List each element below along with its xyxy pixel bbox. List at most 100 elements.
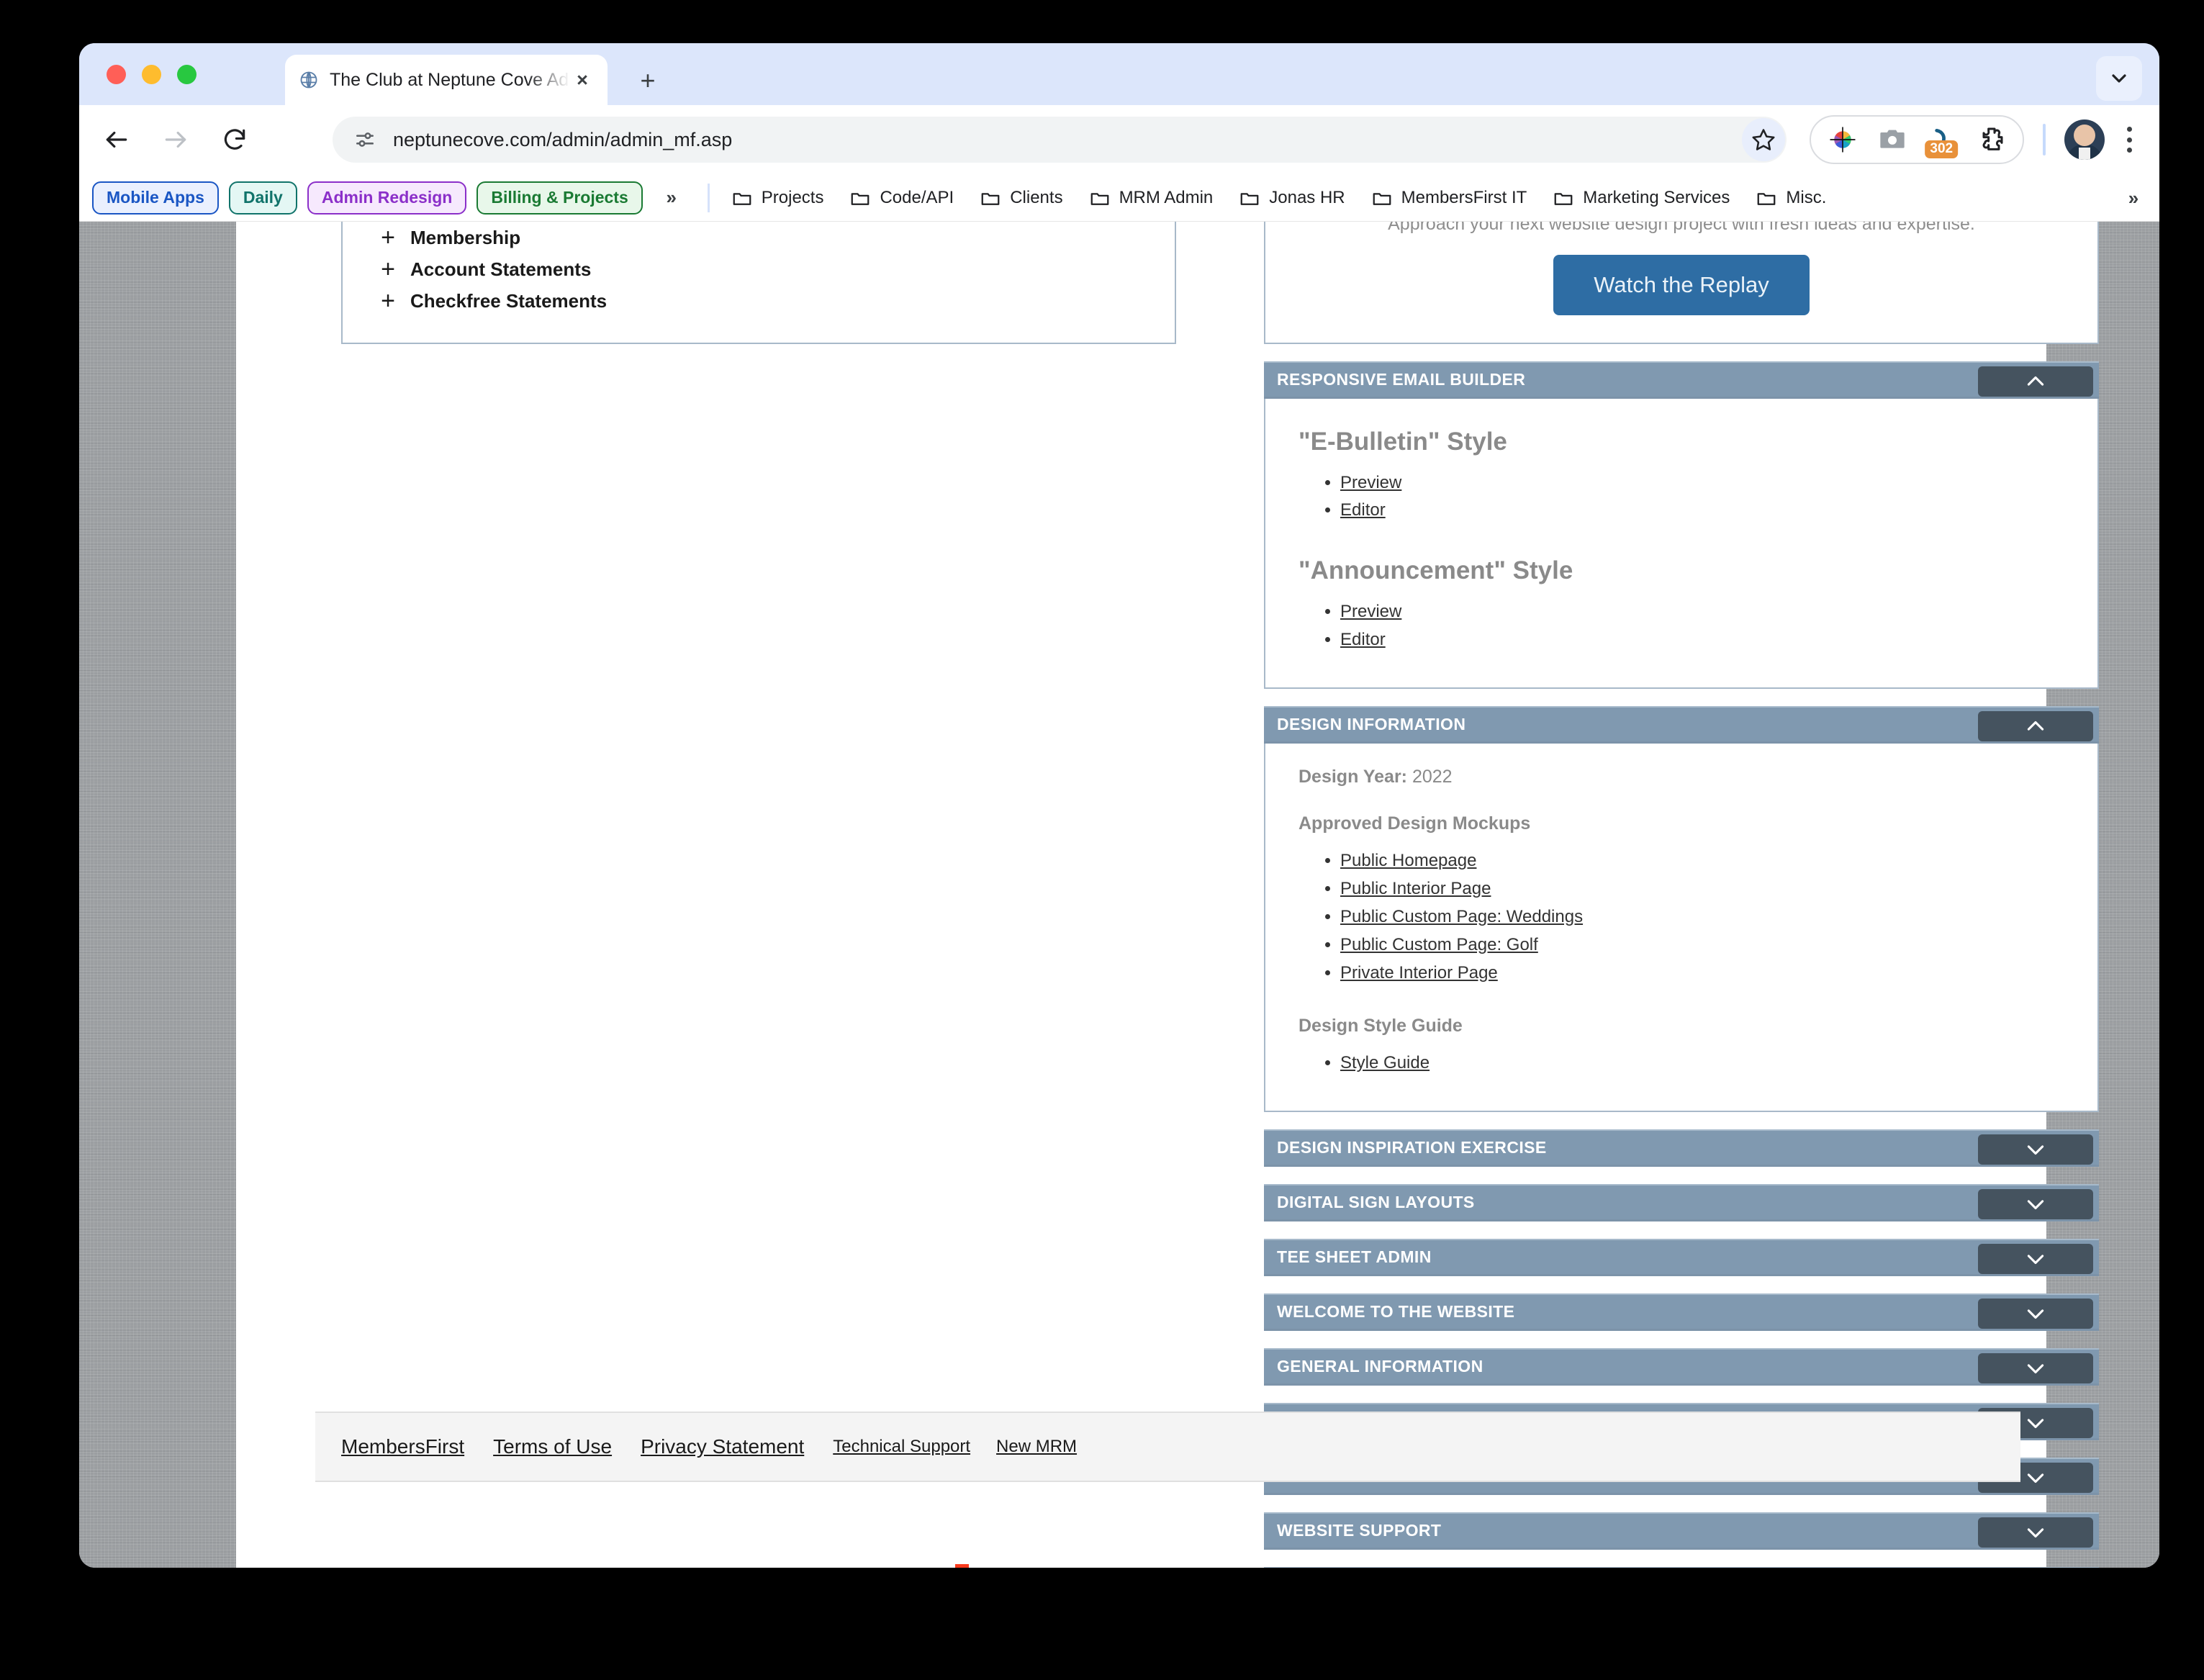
list-item[interactable]: Public Interior Page — [1340, 875, 2064, 903]
expand-plus-icon[interactable]: + — [376, 225, 400, 250]
design-year-row: Design Year: 2022 — [1299, 767, 2064, 787]
list-item[interactable]: Public Custom Page: Weddings — [1340, 903, 2064, 931]
chevron-double-right-icon[interactable]: » — [653, 181, 690, 214]
accordion-header[interactable]: WELCOME TO THE WEBSITE — [1264, 1293, 2099, 1332]
close-window-button[interactable] — [107, 65, 126, 84]
bookmark-folder-jonas-hr[interactable]: Jonas HR — [1229, 181, 1355, 214]
bookmark-chip-daily[interactable]: Daily — [228, 181, 297, 214]
bookmark-folder-projects[interactable]: Projects — [721, 181, 834, 214]
chevron-down-icon[interactable] — [1978, 1517, 2093, 1548]
bookmark-chip-billing-projects[interactable]: Billing & Projects — [477, 181, 643, 214]
bookmark-folder-membersfirst-it[interactable]: MembersFirst IT — [1361, 181, 1537, 214]
chevron-down-icon[interactable] — [1978, 1299, 2093, 1329]
chevron-up-icon[interactable] — [1978, 711, 2093, 741]
minimize-window-button[interactable] — [142, 65, 161, 84]
screenshot-camera-icon[interactable] — [1876, 124, 1908, 155]
bookmark-folder-code-api[interactable]: Code/API — [839, 181, 964, 214]
address-bar[interactable]: neptunecove.com/admin/admin_mf.asp — [333, 117, 1787, 163]
footer-link-membersfirst[interactable]: MembersFirst — [341, 1435, 464, 1458]
editor-link[interactable]: Editor — [1340, 500, 1386, 520]
accordion-header[interactable]: DIGITAL SIGN LAYOUTS — [1264, 1184, 2099, 1222]
three-dot-menu-icon[interactable] — [2113, 121, 2145, 158]
chevron-down-icon[interactable] — [1978, 1244, 2093, 1275]
maximize-window-button[interactable] — [177, 65, 197, 84]
accordion-website-support: WEBSITE SUPPORT — [1264, 1512, 2099, 1550]
footer-link-new-mrm[interactable]: New MRM — [996, 1437, 1077, 1457]
bookmark-chip-mobile-apps[interactable]: Mobile Apps — [92, 181, 219, 214]
tree-item-checkfree-statements[interactable]: + Checkfree Statements — [343, 285, 1175, 317]
back-arrow-icon[interactable] — [95, 118, 138, 161]
star-icon[interactable] — [1742, 118, 1785, 161]
bookmark-folder-mrm-admin[interactable]: MRM Admin — [1079, 181, 1224, 214]
page-footer: MembersFirst Terms of Use Privacy Statem… — [315, 1412, 2020, 1482]
editor-link[interactable]: Editor — [1340, 630, 1386, 649]
toolbar-divider — [2043, 124, 2046, 155]
bookmark-folder-clients[interactable]: Clients — [970, 181, 1072, 214]
chevron-down-icon[interactable] — [1978, 1134, 2093, 1165]
preview-link[interactable]: Preview — [1340, 602, 1401, 621]
tree-item-membership[interactable]: + Membership — [343, 222, 1175, 253]
footer-link-terms-of-use[interactable]: Terms of Use — [493, 1435, 612, 1458]
mockup-link[interactable]: Public Interior Page — [1340, 879, 1491, 898]
annotation-arrow-icon — [933, 1564, 990, 1568]
bookmark-folder-marketing-services[interactable]: Marketing Services — [1543, 181, 1740, 214]
forward-arrow-icon[interactable] — [154, 118, 197, 161]
mockup-link[interactable]: Private Interior Page — [1340, 963, 1498, 983]
accordion-header[interactable]: DESIGN INFORMATION — [1264, 706, 2099, 744]
accordion-general-information: GENERAL INFORMATION — [1264, 1348, 2099, 1386]
list-item[interactable]: Editor — [1340, 497, 2064, 525]
accordion-header[interactable]: RESPONSIVE EMAIL BUILDER — [1264, 361, 2099, 399]
list-item[interactable]: Public Homepage — [1340, 847, 2064, 875]
accordion-header[interactable]: GENERAL INFORMATION — [1264, 1348, 2099, 1386]
chevron-down-icon[interactable] — [1978, 1353, 2093, 1384]
mockup-link[interactable]: Public Custom Page: Weddings — [1340, 907, 1583, 926]
list-item[interactable]: Editor — [1340, 626, 2064, 654]
mockup-link[interactable]: Public Custom Page: Golf — [1340, 935, 1538, 954]
preview-link[interactable]: Preview — [1340, 473, 1401, 492]
puzzle-extensions-icon[interactable] — [1975, 124, 2007, 155]
avatar[interactable] — [2064, 119, 2105, 160]
mockup-link[interactable]: Public Homepage — [1340, 851, 1476, 870]
list-item[interactable]: Preview — [1340, 598, 2064, 626]
accordion-header[interactable]: WEBSITE SUPPORT — [1264, 1512, 2099, 1550]
reload-icon[interactable] — [213, 118, 256, 161]
accordion-header[interactable]: DESIGN INSPIRATION EXERCISE — [1264, 1129, 2099, 1168]
accordion-title: GENERAL INFORMATION — [1277, 1357, 1483, 1376]
bookmarks-overflow-icon[interactable]: » — [2115, 181, 2152, 214]
expand-plus-icon[interactable]: + — [376, 289, 400, 313]
list-item[interactable]: Preview — [1340, 469, 2064, 497]
expand-plus-icon[interactable]: + — [376, 257, 400, 281]
chevron-down-icon[interactable] — [1978, 1189, 2093, 1220]
approved-mockups-label: Approved Design Mockups — [1299, 813, 1531, 834]
bookmark-folder-misc[interactable]: Misc. — [1745, 181, 1836, 214]
browser-tab[interactable]: The Club at Neptune Cove Ad × — [285, 55, 608, 105]
accordion-need-some-help: NEED SOME HELP? — [1264, 1567, 2099, 1568]
badge-extension-icon[interactable]: 302 — [1925, 124, 1959, 158]
folder-icon — [1371, 187, 1393, 209]
site-settings-icon[interactable] — [351, 126, 379, 153]
close-icon[interactable]: × — [570, 68, 595, 92]
accordion-header[interactable]: TEE SHEET ADMIN — [1264, 1239, 2099, 1277]
accordion-body: Design Year: 2022 Approved Design Mockup… — [1264, 744, 2099, 1113]
list-item[interactable]: Private Interior Page — [1340, 959, 2064, 988]
watch-replay-button[interactable]: Watch the Replay — [1553, 254, 1810, 315]
accordion-header[interactable]: NEED SOME HELP? — [1264, 1567, 2099, 1568]
accordion-title: WEBSITE SUPPORT — [1277, 1521, 1442, 1540]
new-tab-button[interactable]: + — [633, 66, 662, 95]
right-column: Approach your next website design projec… — [1264, 222, 2099, 1568]
bookmark-separator — [707, 183, 710, 212]
folder-icon — [1553, 187, 1574, 209]
list-item[interactable]: Style Guide — [1340, 1049, 2064, 1078]
tree-item-label: Account Statements — [410, 258, 592, 280]
chevron-down-icon[interactable] — [2096, 56, 2142, 101]
url-text: neptunecove.com/admin/admin_mf.asp — [393, 128, 733, 150]
bookmark-chip-admin-redesign[interactable]: Admin Redesign — [307, 181, 467, 214]
color-picker-icon[interactable] — [1827, 124, 1859, 155]
chevron-up-icon[interactable] — [1978, 366, 2093, 397]
tree-item-account-statements[interactable]: + Account Statements — [343, 253, 1175, 285]
style-guide-link[interactable]: Style Guide — [1340, 1053, 1430, 1072]
window-traffic-lights — [107, 65, 197, 84]
footer-link-technical-support[interactable]: Technical Support — [833, 1437, 970, 1457]
footer-link-privacy-statement[interactable]: Privacy Statement — [641, 1435, 804, 1458]
list-item[interactable]: Public Custom Page: Golf — [1340, 931, 2064, 959]
